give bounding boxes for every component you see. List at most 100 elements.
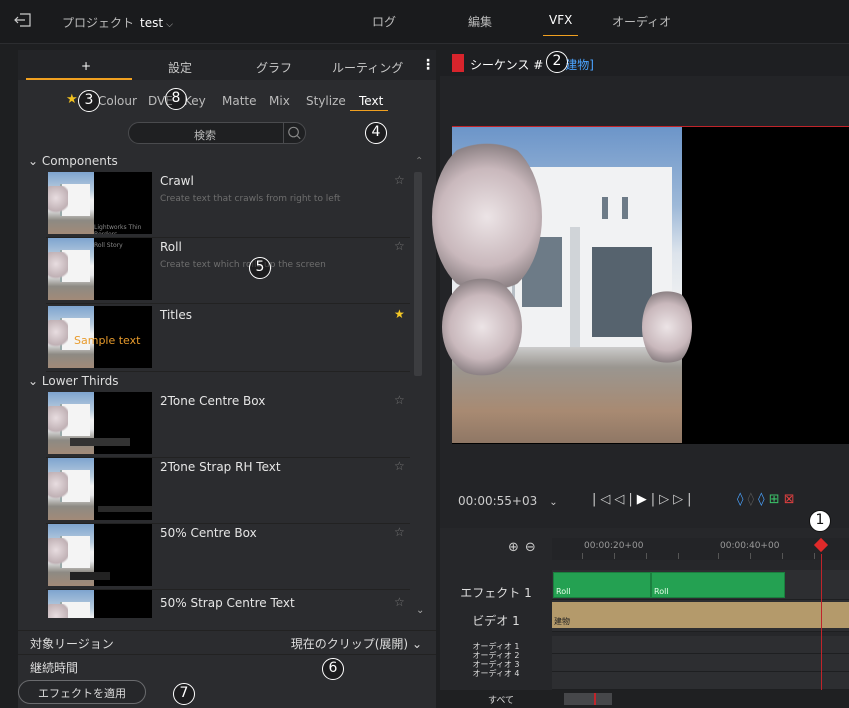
effect-name: 50% Strap Centre Text <box>160 596 295 610</box>
tab-audio[interactable]: オーディオ <box>612 13 671 30</box>
favorite-star-icon[interactable]: ☆ <box>394 459 405 473</box>
project-label: プロジェクト <box>62 16 135 30</box>
more-options-icon[interactable]: ⋮ <box>421 57 435 73</box>
top-bar: プロジェクト test ⌵ ログ 編集 VFX オーディオ <box>0 0 849 44</box>
favorite-star-icon[interactable]: ☆ <box>394 595 405 609</box>
tab-mix[interactable]: Mix <box>269 94 290 108</box>
thumbnail-caption: Lightworks Thin Borders <box>94 224 142 234</box>
tab-edit[interactable]: 編集 <box>468 13 492 30</box>
overview-scroller[interactable] <box>564 693 612 705</box>
project-selector[interactable]: プロジェクト test ⌵ <box>62 14 173 31</box>
favorite-star-icon[interactable]: ☆ <box>394 525 405 539</box>
effect-thumbnail <box>48 524 152 586</box>
tab-stylize[interactable]: Stylize <box>306 94 346 108</box>
search-input[interactable]: 検索 <box>128 122 306 144</box>
tab-vfx[interactable]: VFX <box>543 13 579 36</box>
zoom-in-icon[interactable]: ⊕ <box>508 540 525 555</box>
target-region-dropdown[interactable]: 現在のクリップ(展開) ⌄ <box>291 635 422 652</box>
overview-bar: すべて <box>440 690 849 708</box>
track-labels-audio: オーディオ 1 オーディオ 2 オーディオ 3 オーディオ 4 <box>440 642 552 678</box>
tab-key[interactable]: Key <box>184 94 206 108</box>
active-subtab-underline <box>350 110 388 111</box>
play-icon[interactable]: ▶ <box>637 492 651 507</box>
mark-out-icon[interactable]: ◊ <box>758 492 764 507</box>
chevron-down-icon[interactable]: ⌄ <box>549 497 557 508</box>
tab-colour[interactable]: Colour <box>98 94 137 108</box>
sequence-header: シーケンス # 建物] <box>440 50 849 76</box>
effect-name: 50% Centre Box <box>160 526 257 540</box>
favorite-star-icon[interactable]: ☆ <box>394 239 405 253</box>
step-back-icon[interactable]: ◁| <box>614 492 636 507</box>
section-components[interactable]: ⌄ Components <box>28 154 118 168</box>
playhead[interactable] <box>813 537 829 702</box>
timeline-ruler[interactable]: 00:00:20+00 00:00:40+00 <box>552 538 849 560</box>
tab-add[interactable]: + <box>81 59 91 73</box>
effect-item-crawl[interactable]: Lightworks Thin Borders Crawl Create tex… <box>46 170 410 238</box>
timecode-display[interactable]: 00:00:55+03 ⌄ <box>458 494 558 508</box>
zoom-out-icon[interactable]: ⊖ <box>525 540 542 555</box>
viewer-panel: シーケンス # 建物] 00:00:55+03 ⌄ |◁◁|▶|▷▷| ◊ ◊ ◊ … <box>432 50 849 708</box>
effect-item-50-centre-box[interactable]: 50% Centre Box ☆ <box>46 522 410 590</box>
track-label-effect[interactable]: エフェクト 1 <box>440 584 552 601</box>
effects-scrollbar[interactable] <box>412 170 424 600</box>
favorite-star-icon[interactable]: ☆ <box>394 393 405 407</box>
all-tracks-label[interactable]: すべて <box>488 693 514 706</box>
audio-track <box>552 654 849 672</box>
bookmark-flag-icon <box>452 54 464 72</box>
search-placeholder: 検索 <box>194 129 216 142</box>
video-track: 建物 <box>552 600 849 632</box>
video-clip[interactable]: 建物 <box>552 602 849 628</box>
tab-log[interactable]: ログ <box>372 13 396 30</box>
callout-6: 6 <box>322 658 344 680</box>
chevron-down-icon[interactable]: ⌄ <box>416 605 424 616</box>
go-to-end-icon[interactable]: ▷| <box>673 492 695 507</box>
track-label-audio-2[interactable]: オーディオ 2 <box>440 651 552 660</box>
effect-clip[interactable]: Roll <box>651 572 785 598</box>
search-icon[interactable] <box>283 123 305 143</box>
clip-label: Roll <box>556 587 571 596</box>
favorites-star-icon[interactable]: ★ <box>66 92 78 107</box>
go-to-start-icon[interactable]: |◁ <box>592 492 614 507</box>
exit-icon[interactable] <box>14 13 32 27</box>
tab-routing[interactable]: ルーティング <box>332 59 403 76</box>
sequence-title-text: シーケンス # <box>470 58 544 72</box>
insert-icon[interactable]: ⊞ <box>769 492 780 507</box>
track-label-audio-1[interactable]: オーディオ 1 <box>440 642 552 651</box>
effect-item-titles[interactable]: Sample text Titles ★ <box>46 304 410 372</box>
effect-item-50-strap-centre-text[interactable]: 50% Strap Centre Text ☆ <box>46 588 410 618</box>
favorite-star-icon[interactable]: ☆ <box>394 173 405 187</box>
audio-track <box>552 636 849 654</box>
track-label-video[interactable]: ビデオ 1 <box>440 612 552 629</box>
ruler-mark: 00:00:20+00 <box>584 541 644 551</box>
effect-item-roll[interactable]: Roll Story Roll Create text which rolls … <box>46 236 410 304</box>
effect-thumbnail <box>48 392 152 454</box>
tab-text[interactable]: Text <box>359 94 383 108</box>
viewer-frame-image <box>432 127 692 443</box>
effect-item-2tone-centre-box[interactable]: 2Tone Centre Box ☆ <box>46 390 410 458</box>
sequence-tag: 建物] <box>565 58 594 72</box>
tab-settings[interactable]: 設定 <box>168 59 192 76</box>
mark-clear-icon[interactable]: ◊ <box>748 492 754 507</box>
timeline: ⊕⊖ 00:00:20+00 00:00:40+00 エフェクト 1 Roll … <box>440 528 849 708</box>
tab-graph[interactable]: グラフ <box>256 59 292 76</box>
callout-5: 5 <box>249 257 271 279</box>
mark-in-icon[interactable]: ◊ <box>737 492 743 507</box>
track-label-audio-4[interactable]: オーディオ 4 <box>440 669 552 678</box>
effect-clip[interactable]: Roll <box>553 572 651 598</box>
effect-description: Create text which rolls up the screen <box>160 260 326 270</box>
video-viewer[interactable] <box>432 126 849 444</box>
step-forward-icon[interactable]: |▷ <box>651 492 673 507</box>
project-name: test <box>140 16 164 30</box>
effect-name: Crawl <box>160 174 194 188</box>
section-lower-thirds-label: Lower Thirds <box>41 374 119 388</box>
effect-item-2tone-strap-rh-text[interactable]: 2Tone Strap RH Text ☆ <box>46 456 410 524</box>
favorite-star-icon[interactable]: ★ <box>394 307 405 321</box>
apply-effect-button[interactable]: エフェクトを適用 <box>18 680 146 704</box>
replace-icon[interactable]: ⊠ <box>784 492 795 507</box>
tab-matte[interactable]: Matte <box>222 94 257 108</box>
section-lower-thirds[interactable]: ⌄ Lower Thirds <box>28 374 119 388</box>
chevron-up-icon[interactable]: ⌃ <box>415 156 423 167</box>
scrollbar-thumb[interactable] <box>414 172 422 376</box>
track-label-audio-3[interactable]: オーディオ 3 <box>440 660 552 669</box>
thumbnail-caption: Sample text <box>74 334 141 347</box>
